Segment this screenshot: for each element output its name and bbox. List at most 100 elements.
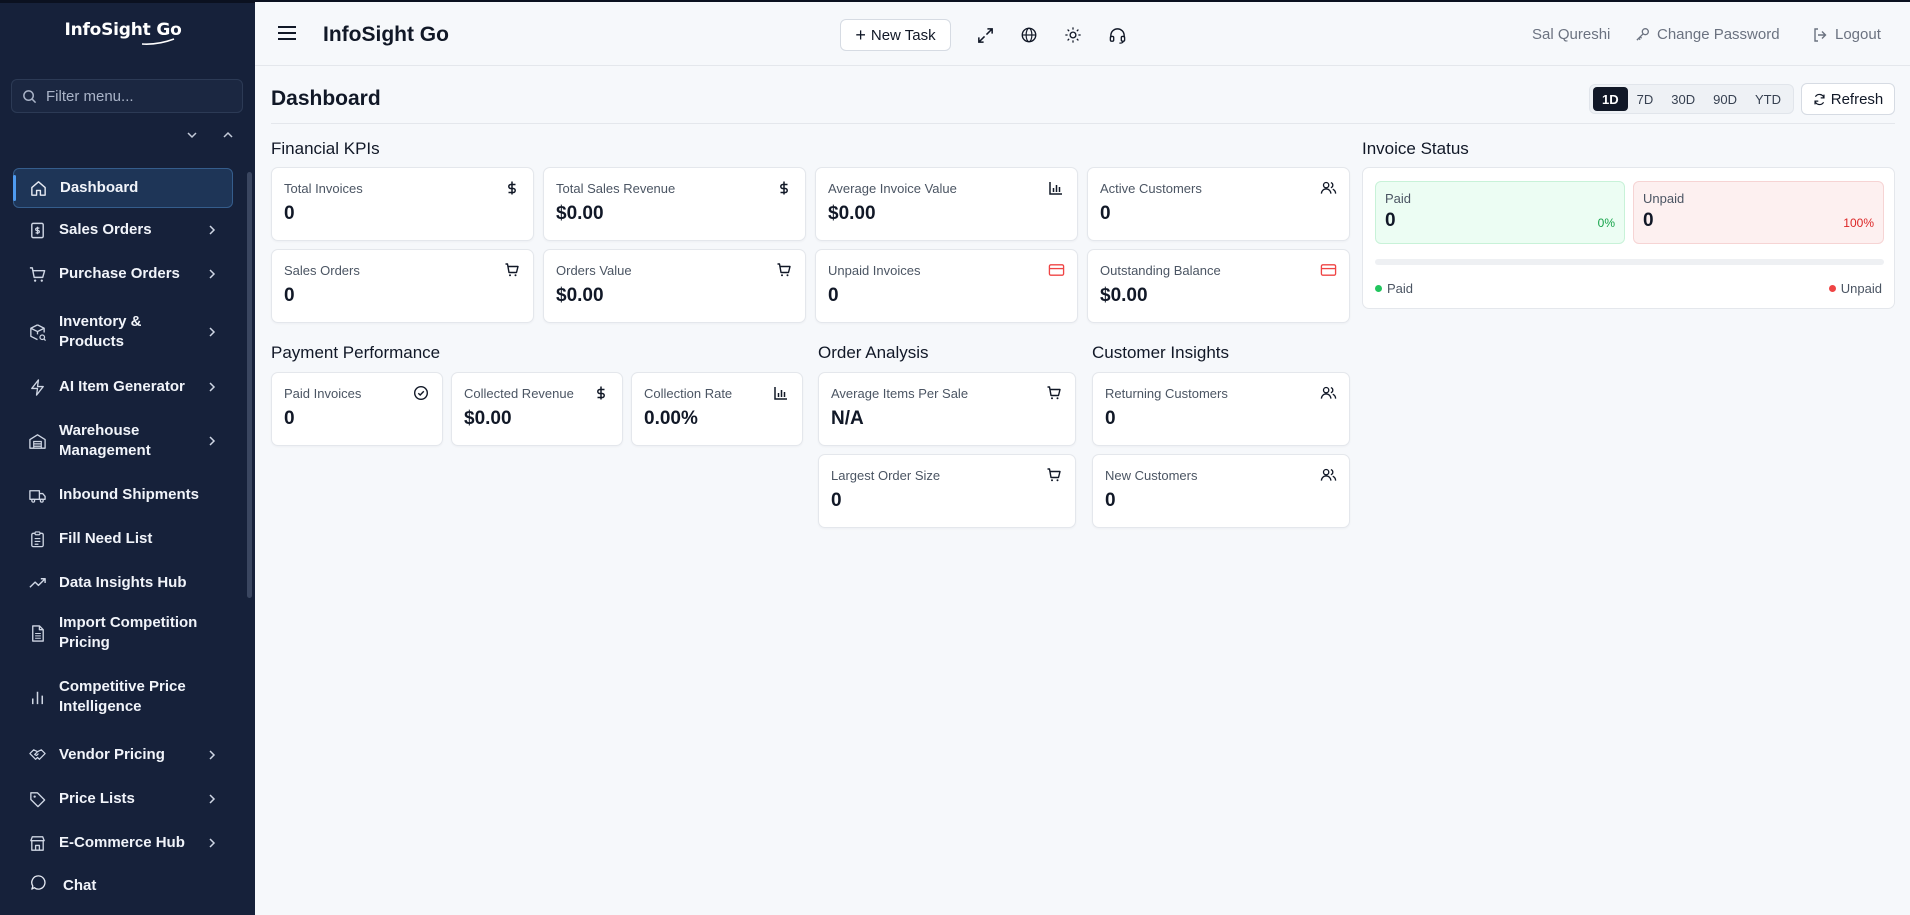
sidebar-item-price-lists[interactable]: Price Lists: [13, 783, 233, 815]
kpi-label: Outstanding Balance: [1100, 263, 1221, 278]
unpaid-dot-icon: [1828, 285, 1836, 292]
kpi-card-unpaid-invoices[interactable]: Unpaid Invoices 0: [815, 249, 1078, 323]
bar-chart-icon: [27, 687, 47, 707]
theme-toggle-button[interactable]: [1062, 24, 1084, 46]
kpi-card-collection-rate[interactable]: Collection Rate 0.00%: [631, 372, 803, 446]
range-1d-button[interactable]: 1D: [1593, 87, 1628, 111]
sidebar-item-inventory-products[interactable]: Inventory & Products: [13, 310, 233, 354]
kpi-label: Active Customers: [1100, 181, 1202, 196]
invoice-status-paid[interactable]: Paid 0 0%: [1375, 181, 1625, 244]
kpi-card-collected-revenue[interactable]: Collected Revenue $0.00: [451, 372, 623, 446]
sidebar-item-purchase-orders[interactable]: Purchase Orders: [13, 258, 233, 290]
kpi-card-active-customers[interactable]: Active Customers 0: [1087, 167, 1350, 241]
sidebar-item-import-competition-pricing[interactable]: Import Competition Pricing: [13, 611, 233, 655]
chevron-right-icon: [205, 748, 219, 762]
trending-up-icon: [27, 573, 47, 593]
sidebar-item-label: AI Item Generator: [59, 378, 185, 395]
kpi-card-new-customers[interactable]: New Customers 0: [1092, 454, 1350, 528]
sidebar-item-label: Price Lists: [59, 790, 135, 807]
financial-kpis-title: Financial KPIs: [271, 139, 380, 158]
sidebar-item-vendor-pricing[interactable]: Vendor Pricing: [13, 739, 233, 771]
change-password-link[interactable]: Change Password: [1635, 26, 1780, 43]
home-icon: [28, 178, 48, 198]
check-circle-icon: [412, 384, 430, 402]
chat-button[interactable]: Chat: [0, 868, 255, 902]
sidebar-item-ai-item-generator[interactable]: AI Item Generator: [13, 371, 233, 403]
maximize-icon: [977, 27, 993, 43]
sidebar-scrollbar[interactable]: [247, 172, 252, 598]
cart-icon: [1045, 466, 1063, 484]
kpi-card-largest-order-size[interactable]: Largest Order Size 0: [818, 454, 1076, 528]
logo[interactable]: InfoSight Go: [0, 20, 246, 40]
refresh-label: Refresh: [1830, 90, 1884, 108]
paid-percent: 0%: [1597, 216, 1615, 230]
chevron-up-icon: [223, 131, 233, 138]
kpi-label: Sales Orders: [284, 263, 360, 278]
language-button[interactable]: [1018, 24, 1040, 46]
range-90d-button[interactable]: 90D: [1704, 87, 1746, 111]
range-ytd-button[interactable]: YTD: [1746, 87, 1790, 111]
kpi-card-total-invoices[interactable]: Total Invoices 0: [271, 167, 534, 241]
kpi-card-outstanding-balance[interactable]: Outstanding Balance $0.00: [1087, 249, 1350, 323]
expand-all-button[interactable]: [183, 126, 201, 144]
menu-toggle-button[interactable]: [277, 24, 297, 47]
kpi-label: Total Invoices: [284, 181, 363, 196]
sidebar-item-label: Inbound Shipments: [59, 486, 199, 503]
new-task-button[interactable]: + New Task: [840, 19, 951, 51]
kpi-label: Returning Customers: [1105, 386, 1228, 401]
kpi-card-paid-invoices[interactable]: Paid Invoices 0: [271, 372, 443, 446]
logout-icon: [1814, 27, 1827, 42]
logout-link[interactable]: Logout: [1812, 26, 1881, 43]
kpi-value: $0.00: [556, 285, 604, 306]
kpi-value: 0.00%: [644, 408, 698, 429]
cart-icon: [27, 264, 47, 284]
kpi-card-sales-orders[interactable]: Sales Orders 0: [271, 249, 534, 323]
sidebar-item-warehouse-management[interactable]: Warehouse Management: [13, 419, 233, 463]
collapse-all-button[interactable]: [219, 126, 237, 144]
warehouse-icon: [27, 431, 47, 451]
sidebar-item-e-commerce-hub[interactable]: E-Commerce Hub: [13, 827, 233, 859]
kpi-card-average-items-per-sale[interactable]: Average Items Per Sale N/A: [818, 372, 1076, 446]
chevron-right-icon: [205, 434, 219, 448]
refresh-button[interactable]: Refresh: [1801, 83, 1895, 115]
filter-menu[interactable]: [11, 79, 243, 113]
sidebar-item-label: Vendor Pricing: [59, 746, 165, 763]
kpi-card-returning-customers[interactable]: Returning Customers 0: [1092, 372, 1350, 446]
app-title: InfoSight Go: [323, 23, 449, 46]
support-button[interactable]: [1106, 24, 1128, 46]
new-task-label: New Task: [870, 26, 936, 44]
sidebar-item-dashboard[interactable]: Dashboard: [13, 168, 233, 208]
range-7d-button[interactable]: 7D: [1628, 87, 1663, 111]
filter-menu-input[interactable]: [46, 87, 236, 105]
kpi-card-total-sales-revenue[interactable]: Total Sales Revenue $0.00: [543, 167, 806, 241]
kpi-value: 0: [831, 490, 842, 511]
kpi-value: $0.00: [556, 203, 604, 224]
dollar-icon: [503, 179, 521, 197]
chat-label: Chat: [63, 876, 97, 894]
chevron-right-icon: [205, 223, 219, 237]
sidebar-top-border: [0, 0, 255, 3]
kpi-value: 0: [1105, 490, 1116, 511]
fullscreen-button[interactable]: [974, 24, 996, 46]
kpi-label: Average Items Per Sale: [831, 386, 969, 401]
sidebar-item-label: Import Competition Pricing: [59, 614, 198, 651]
sidebar-item-fill-need-list[interactable]: Fill Need List: [13, 523, 233, 555]
kpi-card-orders-value[interactable]: Orders Value $0.00: [543, 249, 806, 323]
user-name[interactable]: Sal Qureshi: [1532, 26, 1610, 43]
sidebar-item-data-insights-hub[interactable]: Data Insights Hub: [13, 567, 233, 599]
kpi-label: Paid Invoices: [284, 386, 362, 401]
sidebar-item-competitive-price-intelligence[interactable]: Competitive Price Intelligence: [13, 675, 233, 719]
sidebar-item-label: Inventory & Products: [59, 313, 142, 350]
headset-icon: [1109, 27, 1125, 44]
paid-count: 0: [1385, 210, 1396, 231]
invoice-status-unpaid[interactable]: Unpaid 0 100%: [1633, 181, 1884, 244]
kpi-label: Largest Order Size: [831, 468, 941, 483]
cart-icon: [775, 261, 793, 279]
range-30d-button[interactable]: 30D: [1662, 87, 1704, 111]
key-icon: [1636, 28, 1649, 41]
tag-icon: [27, 789, 47, 809]
sidebar-item-sales-orders[interactable]: Sales Orders: [13, 214, 233, 246]
sidebar-item-inbound-shipments[interactable]: Inbound Shipments: [13, 479, 233, 511]
package-search-icon: [27, 322, 47, 342]
kpi-card-average-invoice-value[interactable]: Average Invoice Value $0.00: [815, 167, 1078, 241]
